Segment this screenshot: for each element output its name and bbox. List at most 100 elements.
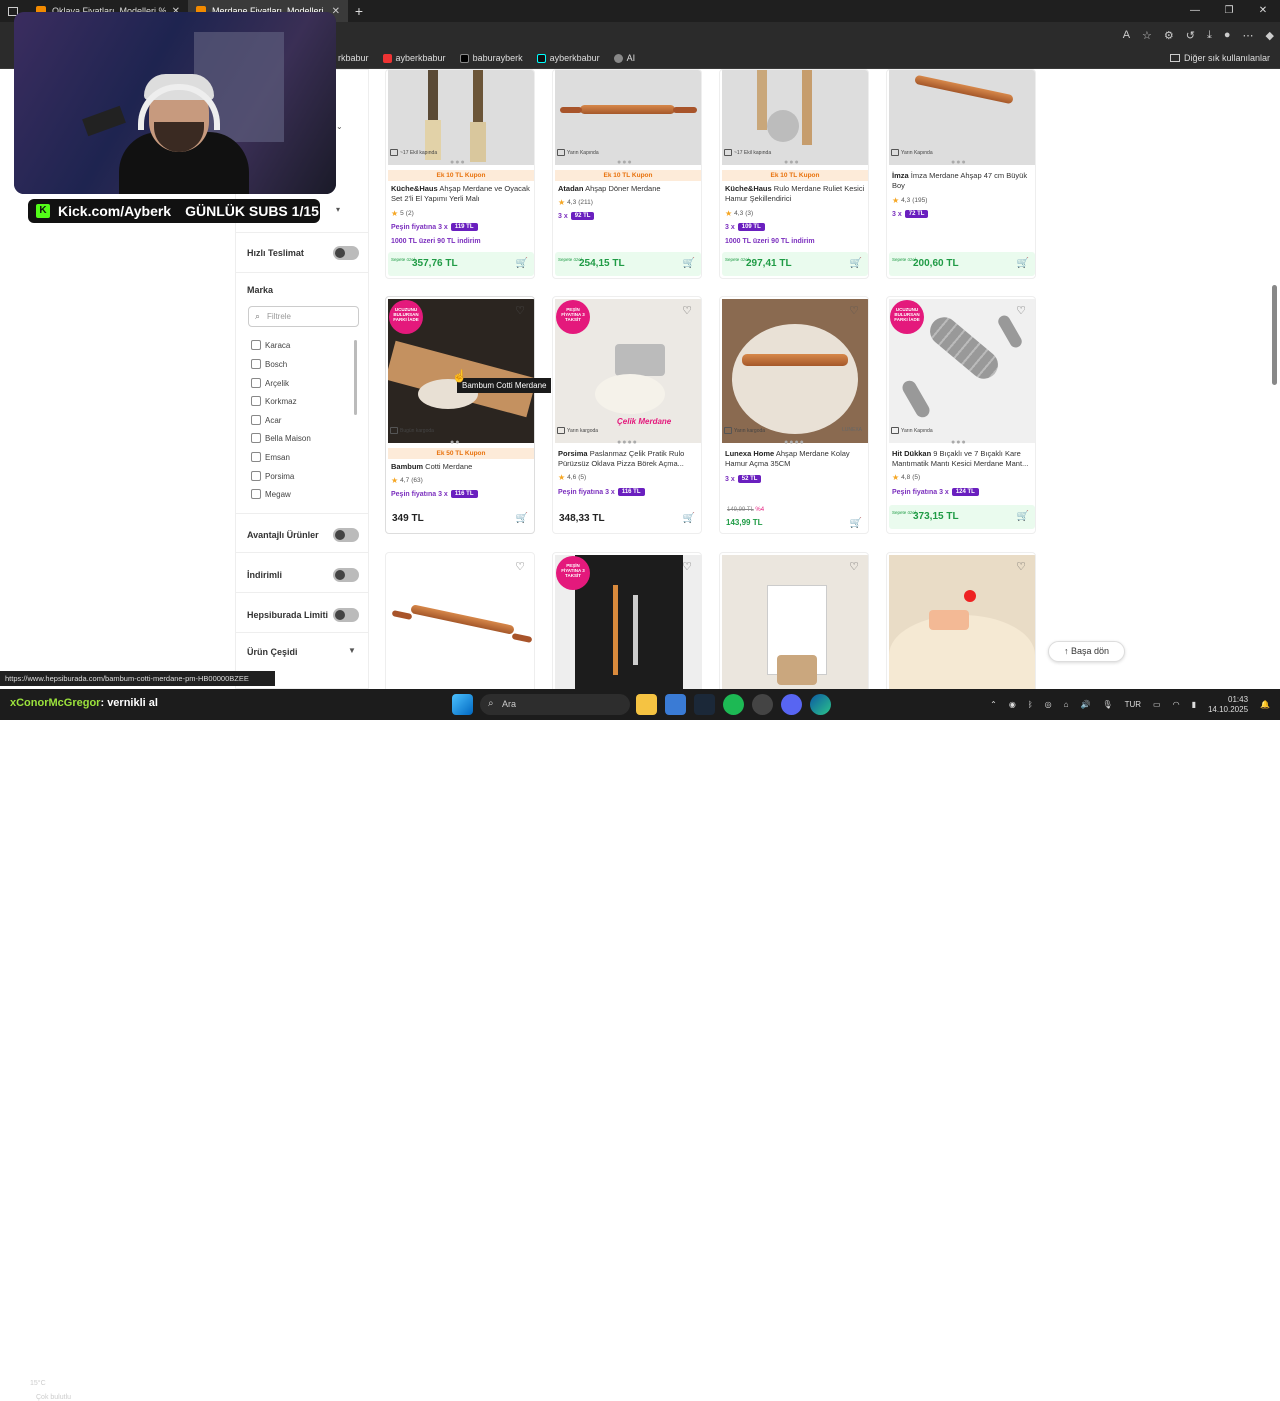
more-icon[interactable]: ⋯ xyxy=(1243,29,1254,42)
product-card[interactable]: ♡ xyxy=(385,552,535,689)
battery-icon[interactable]: ▮ xyxy=(1192,700,1196,709)
product-card[interactable]: Yarın Kapında ●●● İmza İmza Merdane Ahşa… xyxy=(886,69,1036,279)
brand-checkbox-bella-maison[interactable]: Bella Maison xyxy=(251,433,311,443)
discord-icon[interactable] xyxy=(781,694,802,715)
new-tab-button[interactable]: + xyxy=(348,3,370,19)
checkbox[interactable] xyxy=(251,489,261,499)
favorite-star-icon[interactable]: ☆ xyxy=(1142,29,1152,42)
page-scrollbar[interactable] xyxy=(1272,75,1278,685)
product-card[interactable]: ~17 Ekil kapında ●●● Ek 10 TL Kupon Küch… xyxy=(719,69,869,279)
notification-icon[interactable]: 🔔 xyxy=(1260,700,1270,709)
favorite-heart-icon[interactable]: ♡ xyxy=(1015,561,1027,573)
product-card[interactable]: PEŞİN FİYATINA 3 TAKSİT ♡ xyxy=(552,552,702,689)
product-title[interactable]: Porsima Paslanmaz Çelik Pratik Rulo Pürü… xyxy=(558,449,698,469)
product-title[interactable]: Hit Dükkan 9 Bıçaklı ve 7 Bıçaklı Kare M… xyxy=(892,449,1032,469)
steam-tray-icon[interactable]: ◎ xyxy=(1045,700,1052,709)
product-card[interactable]: ~17 Ekil kapında ●●● Ek 10 TL Kupon Küch… xyxy=(385,69,535,279)
favorite-heart-icon[interactable]: ♡ xyxy=(681,561,693,573)
add-to-cart-icon[interactable]: 🛒 xyxy=(683,513,695,524)
product-title[interactable]: İmza İmza Merdane Ahşap 47 cm Büyük Boy xyxy=(892,171,1032,191)
advantaged-products-toggle[interactable] xyxy=(333,528,359,542)
file-explorer-icon[interactable] xyxy=(636,694,657,715)
maximize-icon[interactable]: ❐ xyxy=(1212,0,1246,22)
checkbox[interactable] xyxy=(251,378,261,388)
add-to-cart-icon[interactable]: 🛒 xyxy=(850,518,862,529)
scrollbar-thumb[interactable] xyxy=(1272,285,1277,385)
brand-filter-input[interactable]: ⌕ Filtrele xyxy=(248,306,359,327)
product-card[interactable]: ♡ xyxy=(886,552,1036,689)
bookmark-item[interactable]: rkbabur xyxy=(338,53,369,63)
spotify-icon[interactable] xyxy=(723,694,744,715)
product-title[interactable]: Bambum Cotti Merdane xyxy=(391,462,531,472)
brand-checkbox-bosch[interactable]: Bosch xyxy=(251,359,287,369)
network-icon[interactable]: ⌂ xyxy=(1064,700,1069,709)
other-bookmarks[interactable]: Diğer sık kullanılanlar xyxy=(1169,53,1270,63)
product-image[interactable]: LUNEXA xyxy=(722,299,868,443)
product-title[interactable]: Lunexa Home Ahşap Merdane Kolay Hamur Aç… xyxy=(725,449,865,469)
checkbox[interactable] xyxy=(251,433,261,443)
chevron-up-icon[interactable]: ⌃ xyxy=(990,700,997,709)
checkbox[interactable] xyxy=(251,396,261,406)
bookmark-item[interactable]: AI xyxy=(613,53,635,63)
product-title[interactable]: Küche&Haus Rulo Merdane Ruliet Kesici Ha… xyxy=(725,184,865,204)
favorite-heart-icon[interactable]: ♡ xyxy=(514,561,526,573)
add-to-cart-icon[interactable]: 🛒 xyxy=(850,258,862,269)
clock[interactable]: 01:43 14.10.2025 xyxy=(1208,695,1248,715)
add-to-cart-icon[interactable]: 🛒 xyxy=(1017,511,1029,522)
hb-limit-toggle[interactable] xyxy=(333,608,359,622)
extensions-icon[interactable]: ⚙ xyxy=(1164,29,1174,42)
checkbox[interactable] xyxy=(251,359,261,369)
brand-checkbox-acar[interactable]: Acar xyxy=(251,415,281,425)
copilot-icon[interactable]: ◆ xyxy=(1266,29,1274,42)
favorite-heart-icon[interactable]: ♡ xyxy=(1015,305,1027,317)
product-image[interactable] xyxy=(722,555,868,689)
add-to-cart-icon[interactable]: 🛒 xyxy=(1017,258,1029,269)
chevron-down-icon[interactable]: ▼ xyxy=(348,646,356,655)
chevron-down-icon[interactable]: ▾ xyxy=(336,205,340,214)
steam-icon[interactable] xyxy=(694,694,715,715)
close-window-icon[interactable]: ✕ xyxy=(1246,0,1280,22)
favorite-heart-icon[interactable]: ♡ xyxy=(514,305,526,317)
back-to-top-button[interactable]: ↑ Başa dön xyxy=(1048,641,1125,662)
bookmark-item[interactable]: baburayberk xyxy=(459,53,523,63)
product-title[interactable]: Küche&Haus Ahşap Merdane ve Oyacak Set 2… xyxy=(391,184,531,204)
wifi-icon[interactable]: ◠ xyxy=(1173,700,1180,709)
display-icon[interactable]: ▭ xyxy=(1153,700,1161,709)
product-card[interactable]: UCUZUNU BULURSAN FARKI İADE ♡ Yarın Kapı… xyxy=(886,296,1036,534)
brand-list-scrollbar[interactable] xyxy=(354,340,357,415)
language-indicator[interactable]: TUR xyxy=(1125,700,1141,709)
favorite-heart-icon[interactable]: ♡ xyxy=(848,305,860,317)
add-to-cart-icon[interactable]: 🛒 xyxy=(683,258,695,269)
photos-icon[interactable] xyxy=(665,694,686,715)
product-card[interactable]: LUNEXA ♡ Yarın kargoda ●●●● Lunexa Home … xyxy=(719,296,869,534)
checkbox[interactable] xyxy=(251,471,261,481)
taskbar-search[interactable]: ⌕ Ara xyxy=(480,694,630,715)
add-to-cart-icon[interactable]: 🛒 xyxy=(516,258,528,269)
obs-icon[interactable] xyxy=(752,694,773,715)
checkbox[interactable] xyxy=(251,340,261,350)
product-image[interactable] xyxy=(889,555,1035,689)
brand-checkbox-porsima[interactable]: Porsima xyxy=(251,471,294,481)
start-icon[interactable] xyxy=(452,694,473,715)
brand-checkbox-arcelik[interactable]: Arçelik xyxy=(251,378,289,388)
add-to-cart-icon[interactable]: 🛒 xyxy=(516,513,528,524)
read-aloud-icon[interactable]: A xyxy=(1123,29,1130,41)
brand-checkbox-korkmaz[interactable]: Korkmaz xyxy=(251,396,297,406)
product-card[interactable]: Yarın Kapında ●●● Ek 10 TL Kupon Atadan … xyxy=(552,69,702,279)
favorite-heart-icon[interactable]: ♡ xyxy=(848,561,860,573)
product-card[interactable]: ♡ xyxy=(719,552,869,689)
minimize-icon[interactable]: — xyxy=(1178,0,1212,22)
bookmark-item[interactable]: ayberkbabur xyxy=(536,53,600,63)
favorite-heart-icon[interactable]: ♡ xyxy=(681,305,693,317)
history-icon[interactable]: ↺ xyxy=(1186,29,1195,42)
product-title[interactable]: Atadan Ahşap Döner Merdane xyxy=(558,184,698,194)
bluetooth-icon[interactable]: ᛒ xyxy=(1028,700,1033,709)
brand-checkbox-karaca[interactable]: Karaca xyxy=(251,340,290,350)
mic-icon[interactable]: 🎙 xyxy=(1102,700,1112,709)
product-image[interactable] xyxy=(388,555,534,689)
brand-checkbox-megaw[interactable]: Megaw xyxy=(251,489,291,499)
edge-icon[interactable] xyxy=(810,694,831,715)
tray-app-icon[interactable]: ◉ xyxy=(1009,700,1016,709)
checkbox[interactable] xyxy=(251,415,261,425)
chevron-down-icon[interactable]: ⌄ xyxy=(336,122,343,131)
